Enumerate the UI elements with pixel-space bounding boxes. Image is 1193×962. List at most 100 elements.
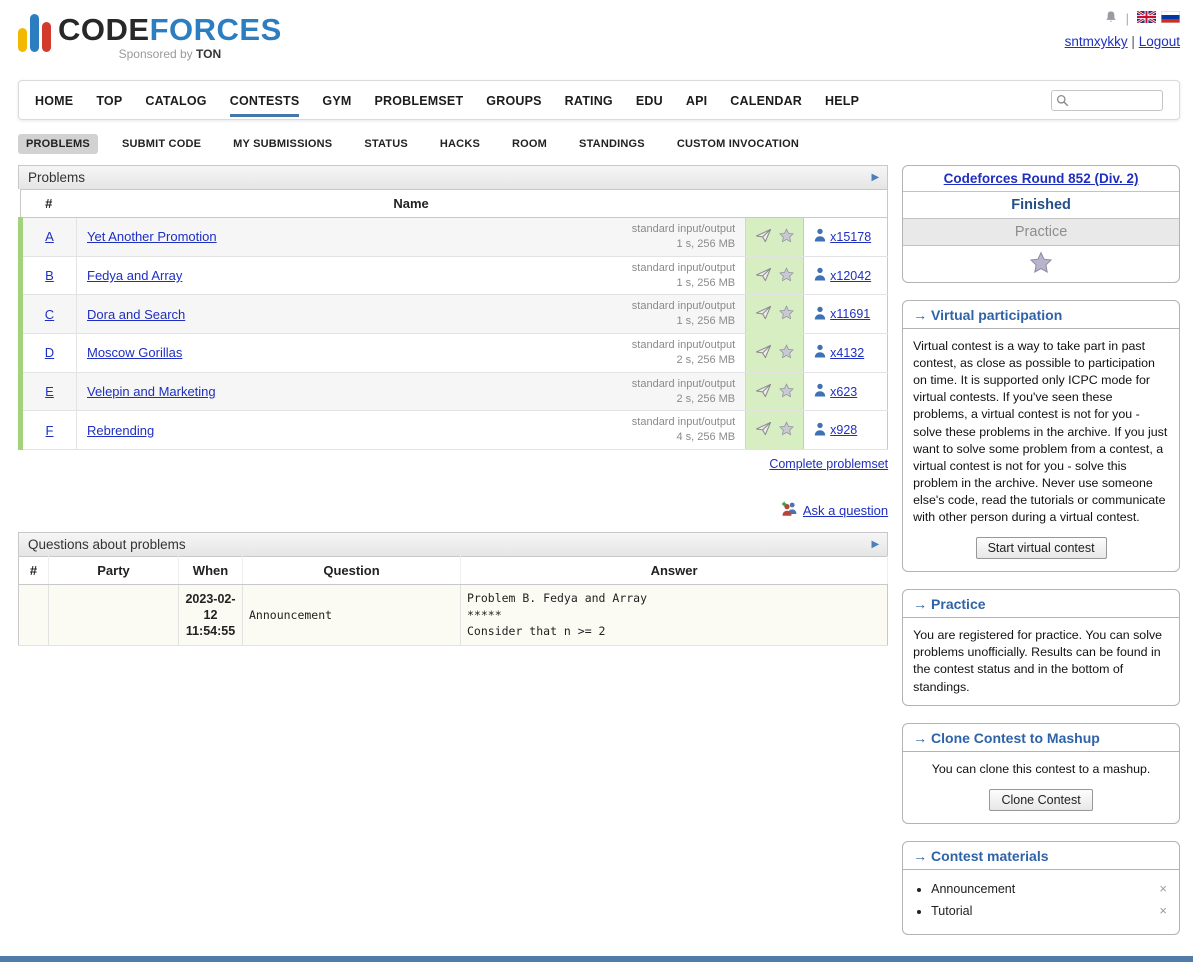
nav-item-catalog[interactable]: CATALOG bbox=[145, 83, 206, 118]
ask-question-icon bbox=[781, 501, 798, 520]
questions-col-when: When bbox=[179, 557, 243, 585]
submit-plane-icon[interactable] bbox=[755, 344, 772, 362]
username-link[interactable]: sntmxykky bbox=[1065, 34, 1128, 49]
nav-item-api[interactable]: API bbox=[686, 83, 707, 118]
contest-materials-title: → Contest materials bbox=[903, 842, 1179, 870]
person-icon bbox=[814, 422, 826, 439]
problem-name-link[interactable]: Rebrending bbox=[87, 423, 154, 438]
submit-plane-icon[interactable] bbox=[755, 305, 772, 323]
questions-col-question: Question bbox=[243, 557, 461, 585]
nav-item-groups[interactable]: GROUPS bbox=[486, 83, 541, 118]
contest-mode: Practice bbox=[903, 219, 1179, 246]
problem-index-link[interactable]: B bbox=[45, 268, 54, 283]
expand-arrow-icon[interactable]: ▶ bbox=[871, 539, 879, 550]
question-when: 2023-02-12 11:54:55 bbox=[179, 585, 243, 646]
complete-problemset-link[interactable]: Complete problemset bbox=[769, 457, 888, 471]
subnav-item-status[interactable]: STATUS bbox=[356, 134, 416, 154]
nav-item-help[interactable]: HELP bbox=[825, 83, 859, 118]
problems-col-name: Name bbox=[77, 190, 746, 218]
main-menu: HOME TOP CATALOG CONTESTS GYM PROBLEMSET… bbox=[18, 80, 1180, 120]
announcement-link[interactable]: Announcement bbox=[931, 882, 1015, 896]
problem-index-link[interactable]: E bbox=[45, 384, 54, 399]
logo-sponsor-text: Sponsored by TON bbox=[119, 47, 222, 61]
start-virtual-contest-button[interactable]: Start virtual contest bbox=[976, 537, 1107, 559]
nav-item-contests[interactable]: CONTESTS bbox=[230, 83, 300, 118]
favorite-star-icon[interactable] bbox=[779, 305, 794, 323]
contest-title-link[interactable]: Codeforces Round 852 (Div. 2) bbox=[944, 171, 1139, 186]
problem-index-link[interactable]: C bbox=[45, 307, 54, 322]
solved-count-link[interactable]: x15178 bbox=[814, 228, 871, 245]
problems-col-solved bbox=[804, 190, 888, 218]
clone-mashup-title: → Clone Contest to Mashup bbox=[903, 724, 1179, 752]
nav-item-gym[interactable]: GYM bbox=[322, 83, 351, 118]
subnav-item-standings[interactable]: STANDINGS bbox=[571, 134, 653, 154]
nav-item-problemset[interactable]: PROBLEMSET bbox=[374, 83, 463, 118]
favorite-star-icon[interactable] bbox=[779, 228, 794, 246]
logout-link[interactable]: Logout bbox=[1139, 34, 1180, 49]
logo-text: CODEFORCES bbox=[58, 14, 282, 45]
solved-count-link[interactable]: x12042 bbox=[814, 267, 871, 284]
subnav-item-submit-code[interactable]: SUBMIT CODE bbox=[114, 134, 209, 154]
question-party bbox=[49, 585, 179, 646]
russian-flag-icon[interactable] bbox=[1161, 11, 1180, 26]
question-text: Announcement bbox=[243, 585, 461, 646]
submit-plane-icon[interactable] bbox=[755, 383, 772, 401]
problems-section: Problems ▶ # Name bbox=[18, 165, 888, 471]
tutorial-link[interactable]: Tutorial bbox=[931, 904, 972, 918]
nav-item-rating[interactable]: RATING bbox=[565, 83, 613, 118]
virtual-participation-box: → Virtual participation Virtual contest … bbox=[902, 300, 1180, 572]
question-num bbox=[19, 585, 49, 646]
subnav-item-custom-invocation[interactable]: CUSTOM INVOCATION bbox=[669, 134, 807, 154]
person-icon bbox=[814, 383, 826, 400]
subnav-item-my-submissions[interactable]: MY SUBMISSIONS bbox=[225, 134, 340, 154]
logo-bars-icon bbox=[18, 14, 51, 52]
person-icon bbox=[814, 267, 826, 284]
problem-index-link[interactable]: A bbox=[45, 229, 54, 244]
favorite-star-icon[interactable] bbox=[779, 344, 794, 362]
subnav-item-hacks[interactable]: HACKS bbox=[432, 134, 488, 154]
contest-status: Finished bbox=[903, 192, 1179, 219]
nav-item-home[interactable]: HOME bbox=[35, 83, 73, 118]
favorite-star-icon[interactable] bbox=[779, 267, 794, 285]
favorite-star-icon[interactable] bbox=[779, 383, 794, 401]
problem-name-link[interactable]: Dora and Search bbox=[87, 307, 185, 322]
clone-contest-button[interactable]: Clone Contest bbox=[989, 789, 1092, 811]
submit-plane-icon[interactable] bbox=[755, 421, 772, 439]
english-flag-icon[interactable] bbox=[1137, 11, 1156, 26]
problem-constraints: standard input/output2 s, 256 MB bbox=[632, 338, 735, 368]
practice-box: → Practice You are registered for practi… bbox=[902, 589, 1180, 705]
solved-count-link[interactable]: x928 bbox=[814, 422, 857, 439]
problem-constraints: standard input/output4 s, 256 MB bbox=[632, 415, 735, 445]
problem-name-link[interactable]: Moscow Gorillas bbox=[87, 345, 182, 360]
bell-icon[interactable] bbox=[1104, 10, 1118, 27]
favorite-star-icon[interactable] bbox=[779, 421, 794, 439]
problem-name-link[interactable]: Yet Another Promotion bbox=[87, 229, 217, 244]
problem-name-link[interactable]: Velepin and Marketing bbox=[87, 384, 216, 399]
close-icon[interactable]: × bbox=[1159, 903, 1167, 918]
problem-row: C Dora and Search standard input/output1… bbox=[21, 295, 888, 334]
ask-question-link[interactable]: Ask a question bbox=[803, 503, 888, 518]
problem-index-link[interactable]: F bbox=[46, 423, 54, 438]
problem-name-link[interactable]: Fedya and Array bbox=[87, 268, 182, 283]
page-header: CODEFORCES Sponsored by TON | bbox=[18, 6, 1180, 80]
solved-count-link[interactable]: x11691 bbox=[814, 306, 870, 323]
submit-plane-icon[interactable] bbox=[755, 267, 772, 285]
nav-item-edu[interactable]: EDU bbox=[636, 83, 663, 118]
contest-favorite-star-icon[interactable] bbox=[1029, 262, 1053, 277]
problem-constraints: standard input/output1 s, 256 MB bbox=[632, 261, 735, 291]
nav-item-calendar[interactable]: CALENDAR bbox=[730, 83, 802, 118]
solved-count-link[interactable]: x4132 bbox=[814, 344, 864, 361]
material-item: Announcement × bbox=[931, 878, 1179, 900]
subnav-item-problems[interactable]: PROBLEMS bbox=[18, 134, 98, 154]
solved-count-link[interactable]: x623 bbox=[814, 383, 857, 400]
question-row: 2023-02-12 11:54:55 Announcement Problem… bbox=[19, 585, 888, 646]
question-answer: Problem B. Fedya and Array ***** Conside… bbox=[461, 585, 888, 646]
problems-table: # Name A Yet Another Promotion sta bbox=[18, 189, 888, 450]
codeforces-logo[interactable]: CODEFORCES Sponsored by TON bbox=[18, 6, 282, 61]
expand-arrow-icon[interactable]: ▶ bbox=[871, 172, 879, 183]
problem-index-link[interactable]: D bbox=[45, 345, 54, 360]
nav-item-top[interactable]: TOP bbox=[96, 83, 122, 118]
submit-plane-icon[interactable] bbox=[755, 228, 772, 246]
subnav-item-room[interactable]: ROOM bbox=[504, 134, 555, 154]
close-icon[interactable]: × bbox=[1159, 881, 1167, 896]
